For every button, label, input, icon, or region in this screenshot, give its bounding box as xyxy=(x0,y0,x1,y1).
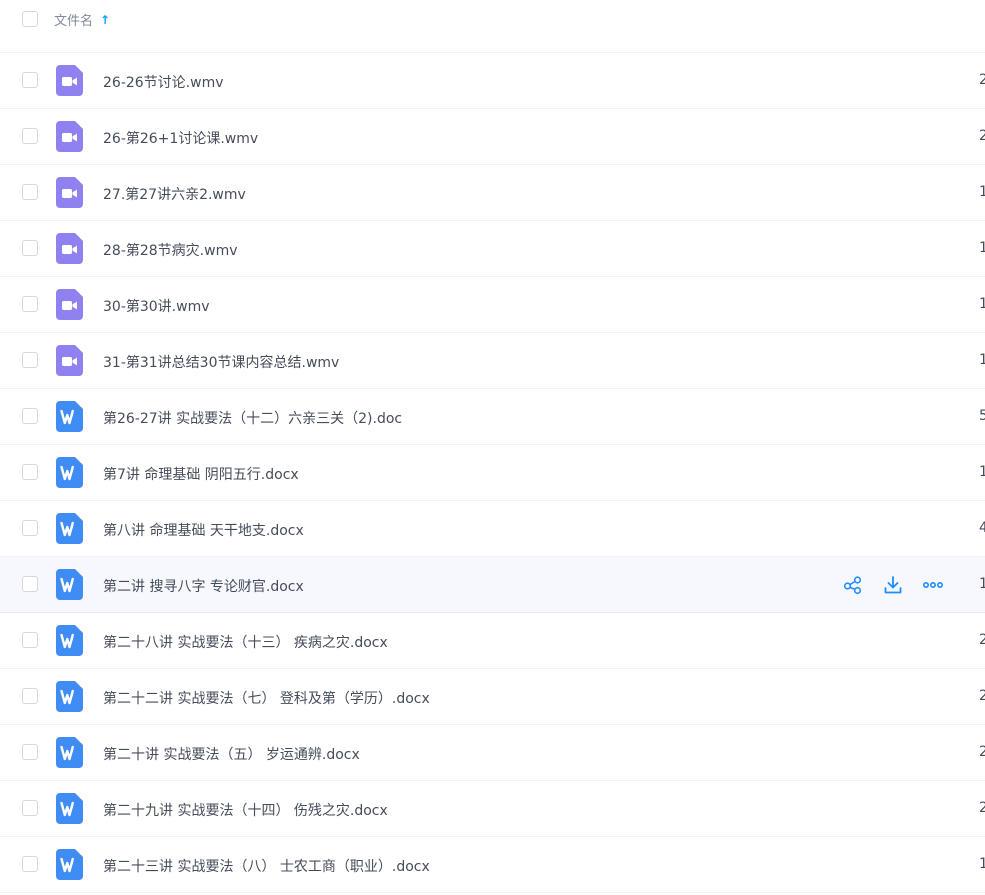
file-size: 1 xyxy=(979,576,985,592)
file-name[interactable]: 第7讲 命理基础 阴阳五行.docx xyxy=(103,464,299,484)
sort-by-name[interactable]: 文件名 ↑ xyxy=(54,10,111,30)
row-checkbox[interactable] xyxy=(22,576,38,592)
file-row[interactable]: 26-第26+1讨论课.wmv 2 xyxy=(0,109,985,165)
file-size: 2 xyxy=(979,72,985,88)
list-header: 文件名 ↑ xyxy=(0,0,985,38)
file-size: 1 xyxy=(979,240,985,256)
file-size: 2 xyxy=(979,744,985,760)
row-actions xyxy=(842,574,944,596)
file-row[interactable]: 第二讲 搜寻八字 专论财官.docx 1 xyxy=(0,557,985,613)
file-name[interactable]: 第26-27讲 实战要法（十二）六亲三关（2).doc xyxy=(103,408,402,428)
file-row[interactable]: 第7讲 命理基础 阴阳五行.docx 1 xyxy=(0,445,985,501)
row-checkbox[interactable] xyxy=(22,464,38,480)
file-size: 1 xyxy=(979,184,985,200)
file-name[interactable]: 第二讲 搜寻八字 专论财官.docx xyxy=(103,576,304,596)
file-size: 2 xyxy=(979,688,985,704)
file-size: 2 xyxy=(979,632,985,648)
file-size: 1 xyxy=(979,464,985,480)
file-name[interactable]: 30-第30讲.wmv xyxy=(103,296,210,316)
file-name[interactable]: 第二十二讲 实战要法（七） 登科及第（学历）.docx xyxy=(103,688,430,708)
file-list-page: 文件名 ↑ 26-26节讨论.wmv 2 26-第26+1讨论课.wmv 2 27.第2… xyxy=(0,0,985,895)
video-file-icon xyxy=(56,345,83,376)
file-name[interactable]: 第二十三讲 实战要法（八） 士农工商（职业）.docx xyxy=(103,856,430,876)
word-doc-icon xyxy=(56,737,83,768)
file-row[interactable]: 第二十二讲 实战要法（七） 登科及第（学历）.docx 2 xyxy=(0,669,985,725)
row-checkbox[interactable] xyxy=(22,240,38,256)
share-icon[interactable] xyxy=(842,574,864,596)
file-row[interactable]: 第八讲 命理基础 天干地支.docx 4 xyxy=(0,501,985,557)
video-file-icon xyxy=(56,121,83,152)
word-doc-icon xyxy=(56,793,83,824)
file-size: 2 xyxy=(979,128,985,144)
file-row[interactable]: 第二十八讲 实战要法（十三） 疾病之灾.docx 2 xyxy=(0,613,985,669)
row-checkbox[interactable] xyxy=(22,856,38,872)
file-name[interactable]: 第二十讲 实战要法（五） 岁运通辨.docx xyxy=(103,744,360,764)
file-list: 26-26节讨论.wmv 2 26-第26+1讨论课.wmv 2 27.第27讲六亲2.… xyxy=(0,53,985,893)
row-checkbox[interactable] xyxy=(22,800,38,816)
file-size: 1 xyxy=(979,856,985,872)
row-checkbox[interactable] xyxy=(22,408,38,424)
video-file-icon xyxy=(56,65,83,96)
file-name[interactable]: 第八讲 命理基础 天干地支.docx xyxy=(103,520,304,540)
row-checkbox[interactable] xyxy=(22,688,38,704)
file-row[interactable]: 第二十讲 实战要法（五） 岁运通辨.docx 2 xyxy=(0,725,985,781)
row-checkbox[interactable] xyxy=(22,184,38,200)
arrow-up-icon: ↑ xyxy=(100,12,111,27)
file-size: 1 xyxy=(979,296,985,312)
file-size: 2 xyxy=(979,800,985,816)
file-name[interactable]: 31-第31讲总结30节课内容总结.wmv xyxy=(103,352,339,372)
word-doc-icon xyxy=(56,401,83,432)
file-row[interactable]: 第二十九讲 实战要法（十四） 伤残之灾.docx 2 xyxy=(0,781,985,837)
more-icon[interactable] xyxy=(922,574,944,596)
file-row[interactable]: 28-第28节病灾.wmv 1 xyxy=(0,221,985,277)
file-name[interactable]: 27.第27讲六亲2.wmv xyxy=(103,184,246,204)
file-row[interactable]: 26-26节讨论.wmv 2 xyxy=(0,53,985,109)
row-checkbox[interactable] xyxy=(22,632,38,648)
word-doc-icon xyxy=(56,513,83,544)
video-file-icon xyxy=(56,289,83,320)
file-name[interactable]: 第二十八讲 实战要法（十三） 疾病之灾.docx xyxy=(103,632,388,652)
file-row[interactable]: 第26-27讲 实战要法（十二）六亲三关（2).doc 5 xyxy=(0,389,985,445)
row-checkbox[interactable] xyxy=(22,72,38,88)
word-doc-icon xyxy=(56,457,83,488)
file-name[interactable]: 第二十九讲 实战要法（十四） 伤残之灾.docx xyxy=(103,800,388,820)
download-icon[interactable] xyxy=(882,574,904,596)
row-checkbox[interactable] xyxy=(22,128,38,144)
file-row[interactable]: 第二十三讲 实战要法（八） 士农工商（职业）.docx 1 xyxy=(0,837,985,893)
file-row[interactable]: 30-第30讲.wmv 1 xyxy=(0,277,985,333)
file-row[interactable]: 27.第27讲六亲2.wmv 1 xyxy=(0,165,985,221)
video-file-icon xyxy=(56,177,83,208)
word-doc-icon xyxy=(56,849,83,880)
file-name[interactable]: 26-第26+1讨论课.wmv xyxy=(103,128,258,148)
word-doc-icon xyxy=(56,681,83,712)
select-all-checkbox[interactable] xyxy=(22,11,38,27)
word-doc-icon xyxy=(56,625,83,656)
file-size: 5 xyxy=(979,408,985,424)
file-name[interactable]: 26-26节讨论.wmv xyxy=(103,72,224,92)
video-file-icon xyxy=(56,233,83,264)
row-checkbox[interactable] xyxy=(22,744,38,760)
word-doc-icon xyxy=(56,569,83,600)
file-size: 1 xyxy=(979,352,985,368)
file-name[interactable]: 28-第28节病灾.wmv xyxy=(103,240,238,260)
row-checkbox[interactable] xyxy=(22,352,38,368)
file-row[interactable]: 31-第31讲总结30节课内容总结.wmv 1 xyxy=(0,333,985,389)
file-size: 4 xyxy=(979,520,985,536)
row-checkbox[interactable] xyxy=(22,520,38,536)
row-checkbox[interactable] xyxy=(22,296,38,312)
column-name-label: 文件名 xyxy=(54,14,94,29)
